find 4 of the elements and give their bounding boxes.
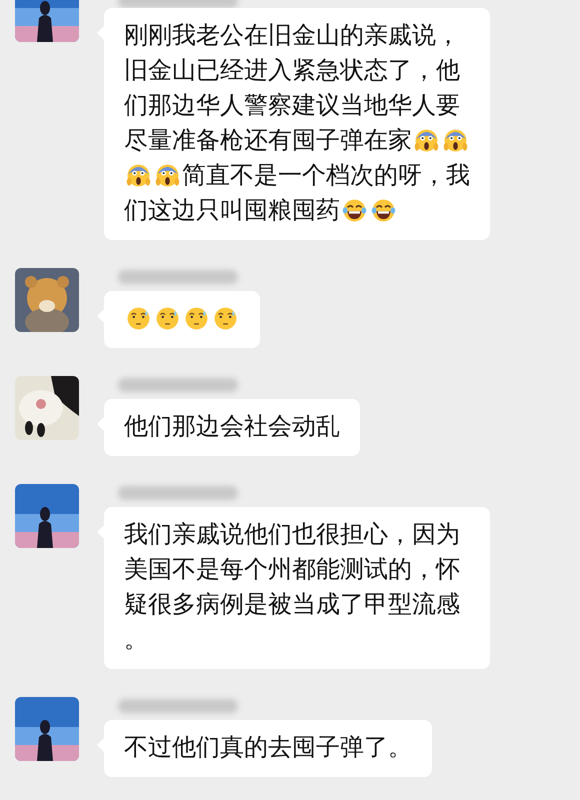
message-bubble: 刚刚我老公在旧金山的亲戚说，旧金山已经进入紧急状态了，他们那边华人警察建议当地华人要尽量准备枪还有囤子弹在家 简直不是一个档次的呀，我们这边只叫囤粮囤药 [104,8,490,240]
message-bubble: 他们那边会社会动乱 [104,399,360,456]
message-bubble: 我们亲戚说他们也很担心，因为美国不是每个州都能测试的，怀疑很多病例是被当成了甲型流感。 [104,507,490,669]
message-bubble: 不过他们真的去囤子弹了。 [104,720,432,777]
